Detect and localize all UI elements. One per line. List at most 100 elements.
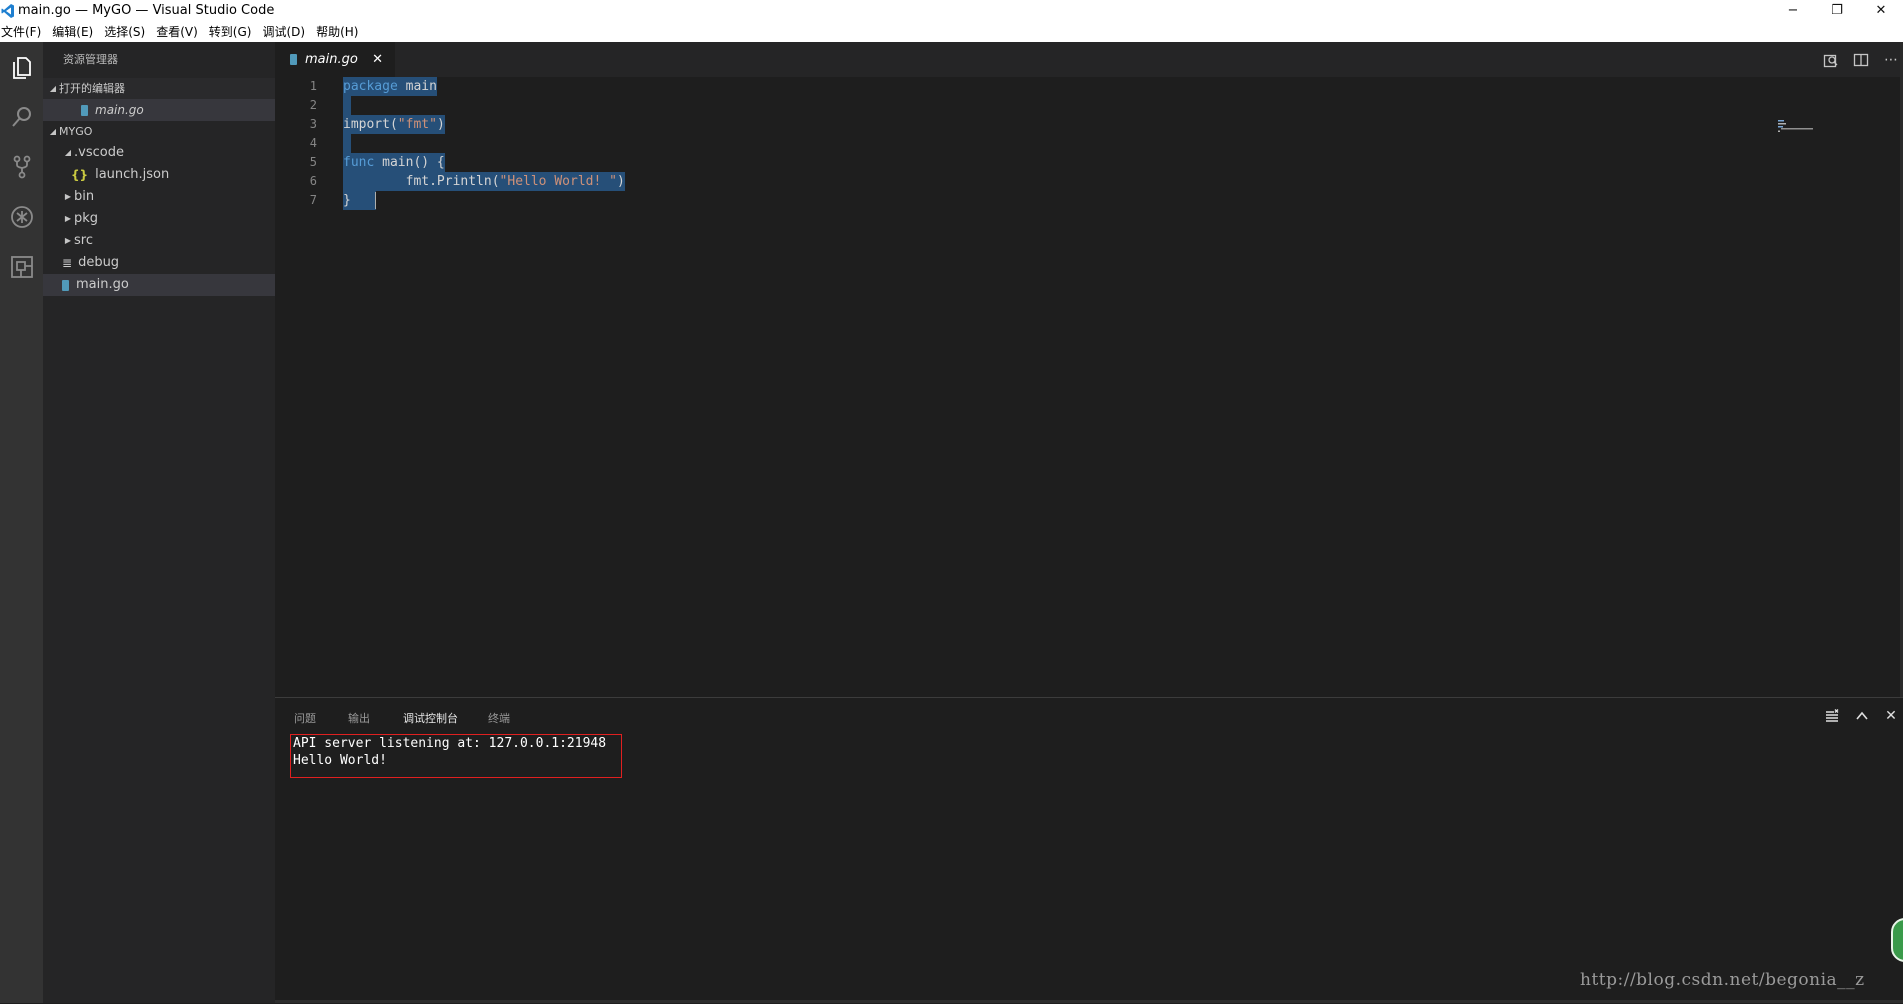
menu-go[interactable]: 转到(G): [208, 23, 258, 40]
code-text: }: [343, 191, 377, 210]
menu-help[interactable]: 帮助(H): [315, 23, 364, 40]
code-token: }: [343, 193, 375, 208]
code-text: import("fmt"): [343, 115, 445, 134]
debug-icon[interactable]: [0, 194, 43, 240]
code-token: fmt.Println(: [343, 174, 500, 189]
code-token: main: [397, 79, 437, 94]
close-panel-icon[interactable]: ✕: [1881, 706, 1901, 726]
floating-badge[interactable]: [1891, 918, 1903, 962]
panel-tab-output[interactable]: 输出: [348, 710, 370, 726]
tree-item-pkg[interactable]: ▶ pkg: [43, 208, 275, 230]
split-editor-icon[interactable]: [1852, 51, 1870, 69]
tree-item-src[interactable]: ▶ src: [43, 230, 275, 252]
tree-item-bin[interactable]: ▶ bin: [43, 186, 275, 208]
tree-item-main-go[interactable]: main.go: [43, 274, 275, 296]
menu-bar: 文件(F) 编辑(E) 选择(S) 查看(V) 转到(G) 调试(D) 帮助(H…: [0, 21, 1903, 42]
explorer-icon[interactable]: [0, 44, 43, 90]
explorer-sidebar: 资源管理器 ◢ 打开的编辑器 main.go ◢ MYGO ◢ .vscode …: [43, 42, 275, 1003]
code-text: [343, 134, 351, 153]
tab-close-icon[interactable]: ✕: [372, 52, 383, 67]
go-file-icon: [62, 279, 69, 291]
text-cursor: [375, 192, 377, 209]
code-editor[interactable]: 1 package main 2 3 import("fmt") 4 5 func mai…: [275, 77, 1875, 210]
panel-tab-terminal[interactable]: 终端: [488, 710, 510, 726]
menu-view[interactable]: 查看(V): [155, 23, 204, 40]
line-number: 7: [309, 193, 317, 207]
watermark: http://blog.csdn.net/begonia__z: [1580, 970, 1865, 990]
vscode-logo-icon: [1, 3, 14, 18]
code-token: ): [436, 117, 445, 132]
code-token: ): [616, 174, 625, 189]
code-token: "Hello World! ": [499, 174, 617, 189]
open-preview-icon[interactable]: [1822, 51, 1840, 69]
collapsed-arrow-icon: ▶: [64, 192, 72, 201]
code-token: "fmt": [397, 117, 437, 132]
tree-item-label: pkg: [74, 211, 99, 226]
sidebar-title: 资源管理器: [63, 53, 118, 66]
tree-item-vscode[interactable]: ◢ .vscode: [43, 142, 275, 164]
title-bar: main.go — MyGO — Visual Studio Code − ❐ …: [0, 0, 1903, 21]
project-label: MYGO: [59, 125, 93, 138]
collapsed-arrow-icon: ▶: [64, 214, 72, 223]
code-line: 6 fmt.Println("Hello World! "): [275, 172, 1875, 191]
clear-console-icon[interactable]: [1822, 706, 1842, 726]
line-number: 3: [309, 117, 317, 131]
menu-edit[interactable]: 编辑(E): [51, 23, 99, 40]
json-file-icon: {}: [71, 168, 89, 182]
go-file-icon: [290, 54, 297, 65]
console-line: API server listening at: 127.0.0.1:21948: [293, 736, 607, 751]
maximize-panel-icon[interactable]: [1852, 706, 1872, 726]
line-number: 6: [309, 174, 317, 188]
extensions-icon[interactable]: [0, 244, 43, 290]
more-actions-icon[interactable]: ⋯: [1882, 51, 1900, 69]
code-token: func: [343, 155, 375, 170]
tree-item-label: src: [74, 233, 93, 248]
bottom-panel: 问题 输出 调试控制台 终端 ✕ API server listening at…: [275, 697, 1903, 1004]
panel-tab-debug-console[interactable]: 调试控制台: [403, 710, 458, 726]
panel-tab-bar: 问题 输出 调试控制台 终端 ✕: [275, 698, 1903, 733]
code-line: 1 package main: [275, 77, 1875, 96]
line-number: 5: [309, 155, 317, 169]
search-icon[interactable]: [0, 94, 43, 140]
menu-debug[interactable]: 调试(D): [261, 23, 311, 40]
editor-area: main.go ✕ ⋯ 1 package main 2 3 import("fmt"…: [275, 42, 1903, 697]
tree-item-label: debug: [78, 255, 120, 270]
source-control-icon[interactable]: [0, 144, 43, 190]
minimap[interactable]: [1778, 120, 1813, 132]
restore-button[interactable]: ❐: [1815, 0, 1859, 21]
code-text: fmt.Println("Hello World! "): [343, 172, 625, 191]
tab-label: main.go: [305, 52, 358, 67]
collapse-triangle-icon: ◢: [49, 127, 57, 136]
code-line: 4: [275, 134, 1875, 153]
expanded-arrow-icon: ◢: [64, 148, 72, 157]
minimize-button[interactable]: −: [1771, 0, 1815, 21]
tree-item-label: .vscode: [74, 145, 124, 160]
line-number: 4: [309, 136, 317, 150]
tab-main-go[interactable]: main.go ✕: [275, 42, 395, 77]
project-section-header[interactable]: ◢ MYGO: [43, 121, 275, 142]
editor-tab-bar: main.go ✕ ⋯: [275, 42, 1903, 77]
line-number: 2: [309, 98, 317, 112]
open-editors-label: 打开的编辑器: [59, 82, 125, 95]
code-token: main() {: [374, 155, 445, 170]
panel-tab-problems[interactable]: 问题: [294, 710, 316, 726]
open-editors-section-header[interactable]: ◢ 打开的编辑器: [43, 78, 275, 99]
open-editor-item-main-go[interactable]: main.go: [43, 99, 275, 121]
collapsed-arrow-icon: ▶: [64, 236, 72, 245]
tree-item-debug[interactable]: ≣ debug: [43, 252, 275, 274]
collapse-triangle-icon: ◢: [49, 84, 57, 93]
code-text: [343, 96, 351, 115]
activity-bar: [0, 42, 43, 1003]
code-token: package: [343, 79, 398, 94]
window-title: main.go — MyGO — Visual Studio Code: [18, 3, 275, 18]
close-window-button[interactable]: ✕: [1859, 0, 1903, 21]
code-line: 5 func main() {: [275, 153, 1875, 172]
code-line: 3 import("fmt"): [275, 115, 1875, 134]
code-line: 7}: [275, 191, 1875, 210]
menu-selection[interactable]: 选择(S): [103, 23, 151, 40]
tree-item-launch-json[interactable]: {} launch.json: [43, 164, 275, 186]
line-number: 1: [309, 79, 317, 93]
menu-file[interactable]: 文件(F): [0, 23, 47, 40]
tree-item-label: bin: [74, 189, 95, 204]
